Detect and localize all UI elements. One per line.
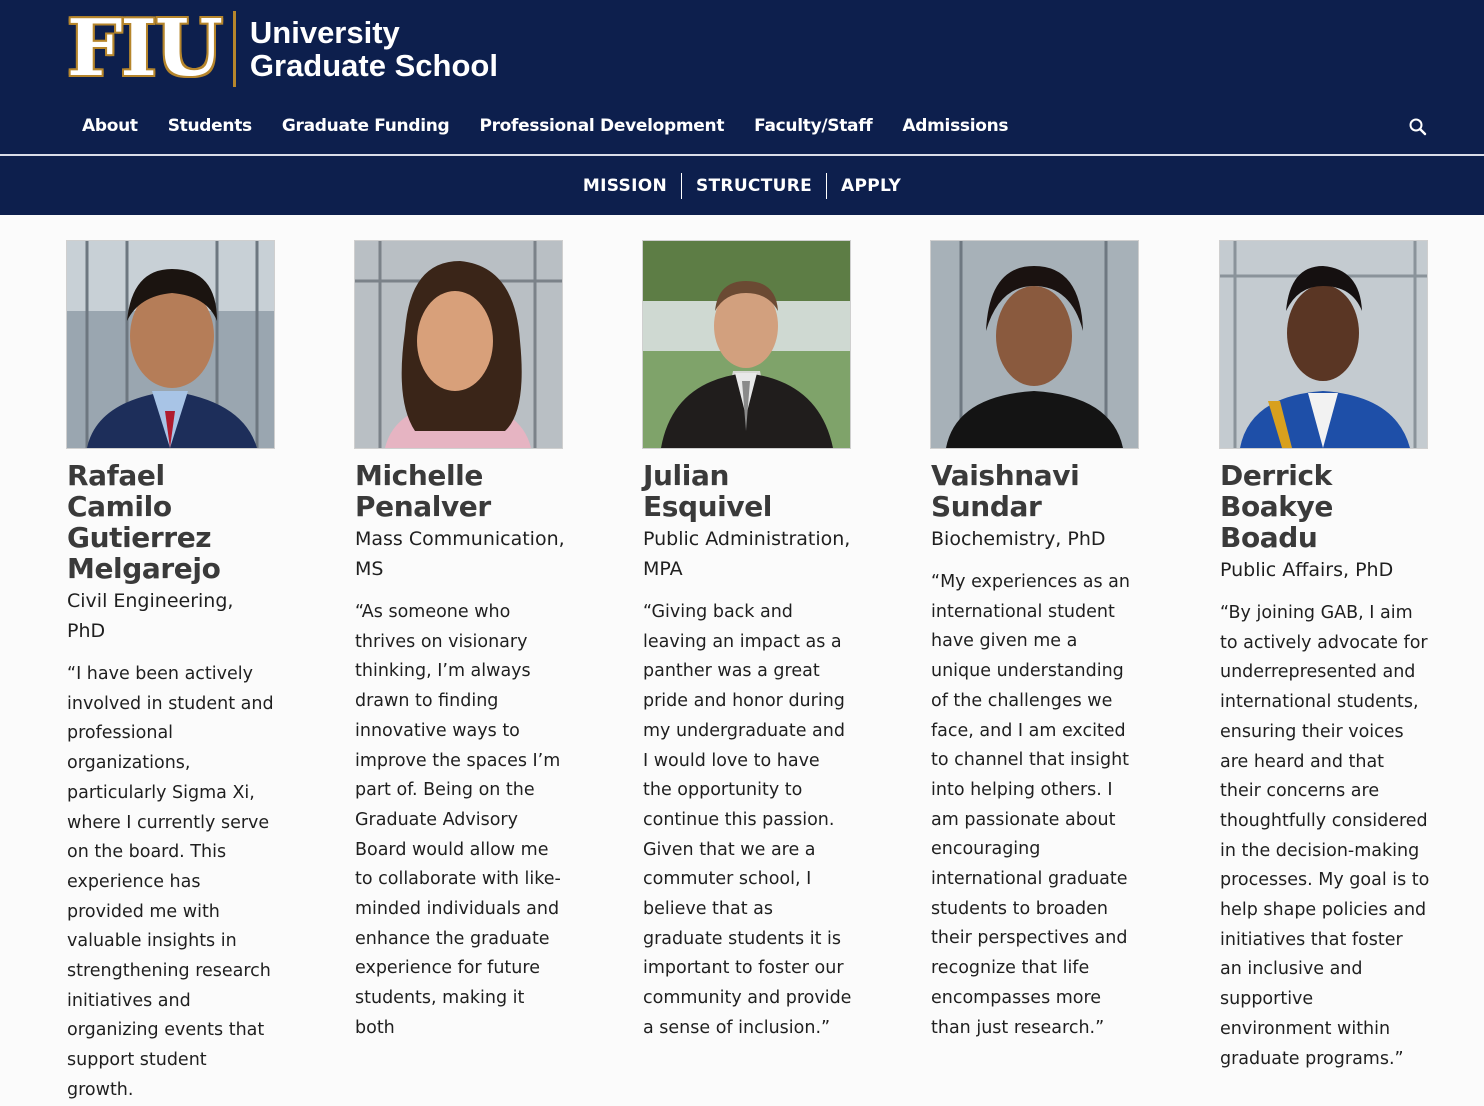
member-quote: “I have been actively involved in studen… — [67, 664, 274, 1100]
member-quote: “Giving back and leaving an impact as a … — [643, 602, 852, 1038]
site-header: FIU University Graduate School About Stu… — [0, 0, 1484, 155]
subnav-apply[interactable]: APPLY — [827, 176, 915, 196]
nav-students[interactable]: Students — [153, 110, 267, 142]
member-quote: “By joining GAB, I aim to actively advoc… — [1220, 603, 1430, 1069]
nav-about[interactable]: About — [67, 110, 153, 142]
logo-mark: FIU — [67, 3, 223, 94]
member-quote: “As someone who thrives on visionary thi… — [355, 602, 561, 1038]
member-card: Vaishnavi Sundar Biochemistry, PhD “My e… — [931, 241, 1141, 1043]
member-name: Rafael Camilo Gutierrez Melgarejo — [67, 459, 221, 585]
nav-graduate-funding[interactable]: Graduate Funding — [267, 110, 465, 142]
member-program: Public Administration, MPA — [643, 528, 851, 580]
logo-divider — [232, 11, 236, 87]
member-card: Derrick Boakye Boadu Public Affairs, PhD… — [1220, 241, 1430, 1074]
search-icon[interactable] — [1407, 116, 1429, 138]
member-name: Julian Esquivel — [643, 459, 773, 523]
subnav-structure[interactable]: STRUCTURE — [682, 176, 826, 196]
member-name: Vaishnavi Sundar — [931, 459, 1080, 523]
sub-nav: MISSION STRUCTURE APPLY — [0, 156, 1484, 215]
member-name: Derrick Boakye Boadu — [1220, 459, 1333, 554]
member-program: Biochemistry, PhD — [931, 528, 1106, 550]
member-program: Public Affairs, PhD — [1220, 559, 1394, 581]
logo-line-2: Graduate School — [249, 48, 498, 83]
logo-text: University Graduate School — [250, 16, 498, 82]
member-name: Michelle Penalver — [355, 459, 491, 523]
member-photo — [643, 241, 850, 448]
member-photo — [1220, 241, 1427, 448]
logo-line-1: University — [249, 15, 400, 50]
nav-admissions[interactable]: Admissions — [887, 110, 1023, 142]
fiu-logo[interactable]: FIU University Graduate School — [67, 10, 498, 88]
member-photo — [355, 241, 562, 448]
nav-faculty-staff[interactable]: Faculty/Staff — [739, 110, 887, 142]
main-nav: About Students Graduate Funding Professi… — [67, 110, 1023, 142]
nav-professional-development[interactable]: Professional Development — [464, 110, 739, 142]
member-photo — [67, 241, 274, 448]
member-card: Julian Esquivel Public Administration, M… — [643, 241, 853, 1044]
subnav-mission[interactable]: MISSION — [569, 176, 681, 196]
member-photo — [931, 241, 1138, 448]
member-program: Mass Communication, MS — [355, 528, 565, 580]
member-program: Civil Engineering, PhD — [67, 590, 234, 642]
member-quote: “My experiences as an international stud… — [931, 572, 1130, 1038]
member-card: Michelle Penalver Mass Communication, MS… — [355, 241, 565, 1044]
member-card: Rafael Camilo Gutierrez Melgarejo Civil … — [67, 241, 277, 1106]
